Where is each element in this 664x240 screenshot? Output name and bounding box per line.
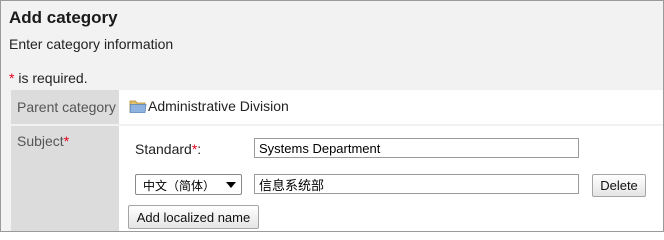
parent-category-name: Administrative Division [148,98,289,114]
page-subtitle: Enter category information [9,36,174,52]
language-select[interactable]: 中文（简体） [135,174,242,195]
standard-name-input[interactable] [254,138,579,158]
parent-category-value: Administrative Division [129,98,289,114]
chevron-down-icon [226,182,236,188]
folder-icon [129,100,147,113]
subject-label-text: Subject [17,133,64,149]
standard-label-colon: : [197,141,202,157]
category-form: Parent category Subject* Administrative … [11,90,663,231]
page-title: Add category [9,8,118,27]
add-category-panel: Add category Enter category information … [0,0,664,232]
standard-label-text: Standard [135,141,192,157]
add-localized-name-button[interactable]: Add localized name [128,205,259,229]
standard-label: Standard*: [135,141,201,157]
row-divider [11,124,663,126]
subject-required-star: * [63,133,70,149]
required-note: * is required. [9,70,88,86]
subject-label: Subject* [17,133,69,149]
localized-name-input[interactable] [254,174,579,194]
required-note-text: is required. [14,70,88,86]
delete-button[interactable]: Delete [592,174,646,197]
language-selected-value: 中文（简体） [143,179,216,193]
parent-category-label: Parent category [17,99,116,115]
